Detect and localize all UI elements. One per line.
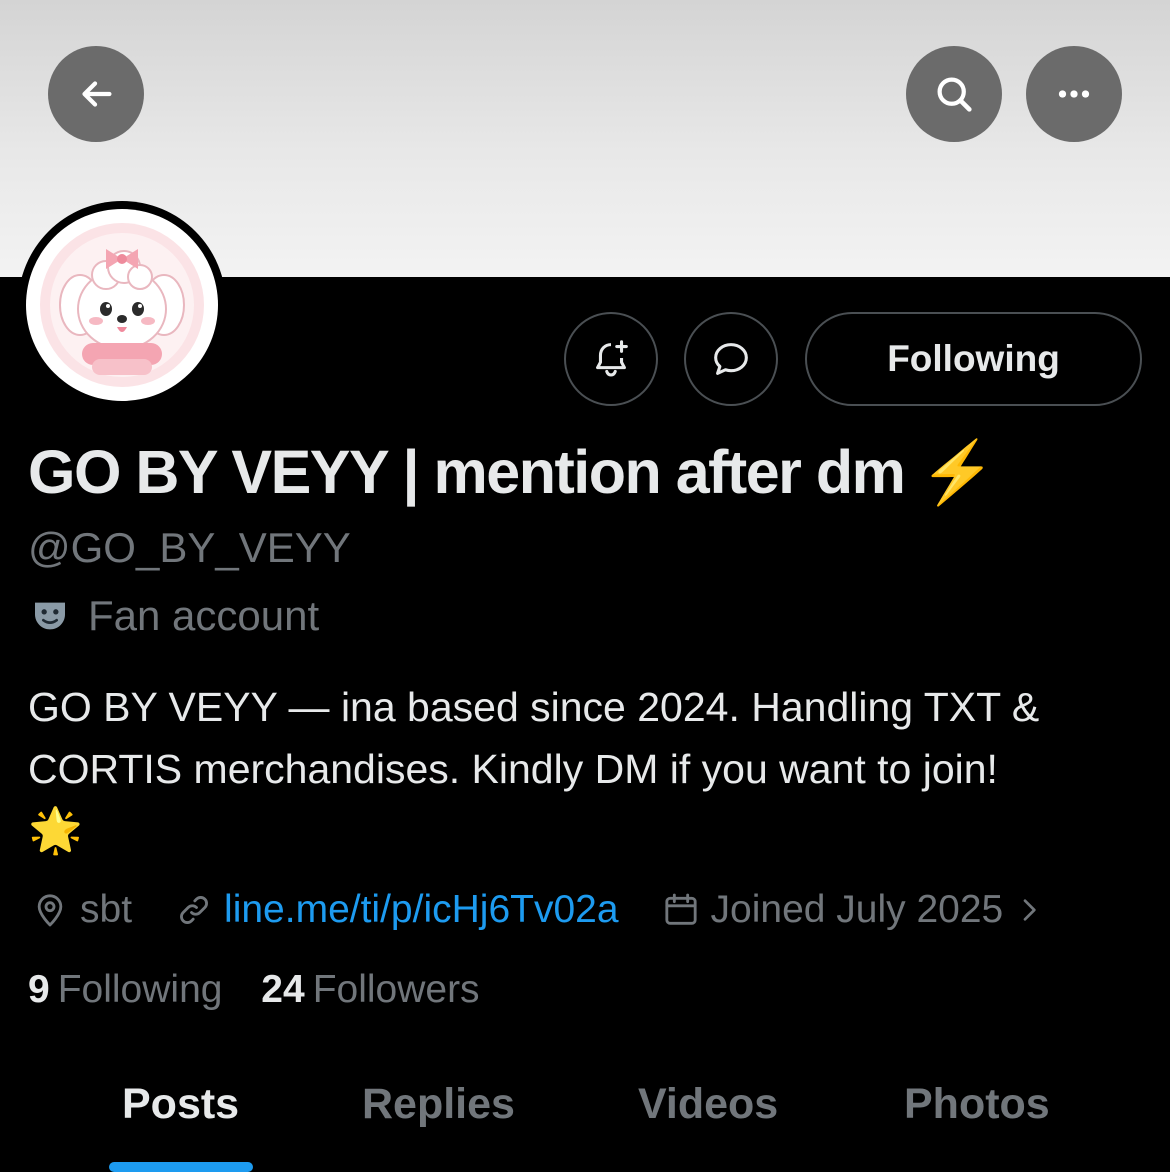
location: sbt [30, 888, 132, 932]
message-bubble-icon [714, 343, 748, 375]
link-icon [180, 896, 208, 924]
location-text: sbt [80, 888, 133, 931]
profile-meta: sbt line.me/ti/p/icHj6Tv02a Joined July … [30, 882, 1087, 938]
followers-count: 24 [261, 968, 305, 1011]
bio-text: GO BY VEYY — ina based since 2024. Handl… [28, 684, 1040, 792]
tab-photos[interactable]: Photos [904, 1080, 1050, 1129]
handle: @GO_BY_VEYY [28, 524, 351, 571]
following-stat[interactable]: 9 Following [28, 968, 222, 1011]
calendar-icon [664, 893, 697, 925]
category-badge: Fan account [30, 592, 319, 640]
avatar[interactable] [18, 201, 226, 409]
joined-text: Joined July 2025 [710, 888, 1004, 931]
category-label: Fan account [88, 592, 320, 639]
display-name: GO BY VEYY | mention after dm ⚡ [28, 438, 996, 506]
followers-label: Followers [312, 968, 480, 1011]
bell-plus-icon [596, 340, 628, 377]
website[interactable]: line.me/ti/p/icHj6Tv02a [174, 888, 619, 932]
bio: GO BY VEYY — ina based since 2024. Handl… [28, 676, 1148, 862]
website-link[interactable]: line.me/ti/p/icHj6Tv02a [224, 888, 619, 932]
tab-posts[interactable]: Posts [122, 1080, 239, 1129]
follow-stats: 9 Following 24 Followers [28, 968, 508, 1012]
theater-masks-icon [35, 602, 65, 630]
star-emoji: 🌟 [28, 806, 83, 855]
search-button[interactable] [906, 46, 1002, 142]
active-tab-indicator [109, 1162, 253, 1172]
following-label: Following [57, 968, 223, 1011]
tab-replies[interactable]: Replies [362, 1080, 515, 1129]
joined-date[interactable]: Joined July 2025 [661, 888, 1046, 932]
more-horizontal-icon [1058, 90, 1090, 98]
notifications-button[interactable] [564, 312, 658, 406]
following-count: 9 [28, 968, 50, 1011]
tab-videos[interactable]: Videos [638, 1080, 778, 1129]
search-icon [937, 77, 972, 112]
more-button[interactable] [1026, 46, 1122, 142]
arrow-left-icon [82, 81, 112, 107]
dog-logo-icon [30, 213, 214, 397]
following-button[interactable]: Following [805, 312, 1142, 406]
back-button[interactable] [48, 46, 144, 142]
chevron-right-icon [1023, 899, 1036, 921]
avatar-image [26, 209, 218, 401]
profile-tabs: Posts Replies Videos Photos [0, 1070, 1170, 1172]
location-pin-icon [37, 894, 63, 927]
followers-stat[interactable]: 24 Followers [261, 968, 479, 1011]
message-button[interactable] [684, 312, 778, 406]
